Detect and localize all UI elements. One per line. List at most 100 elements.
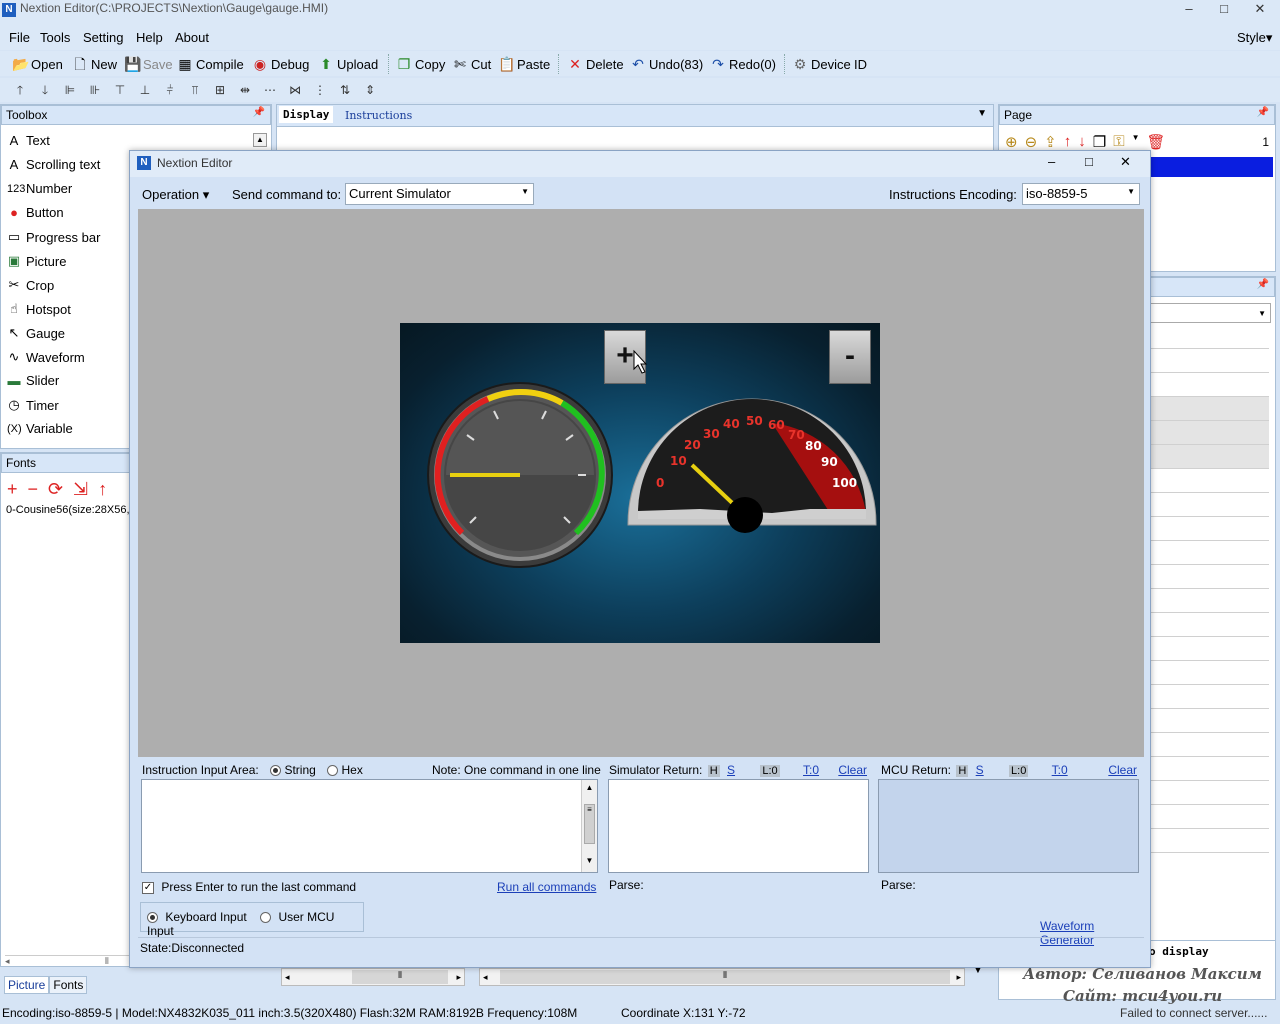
send-target-select[interactable]: Current Simulator ▼	[345, 183, 534, 205]
align-top-icon[interactable]: ⊤	[111, 81, 129, 99]
attribute-row[interactable]	[1149, 685, 1269, 709]
attribute-row[interactable]	[1149, 589, 1269, 613]
tab-instructions[interactable]: Instructions	[341, 108, 416, 123]
menu-tools[interactable]: Tools	[40, 30, 70, 45]
open-button[interactable]: 📂 Open	[12, 54, 63, 74]
mcu-t0-toggle[interactable]: T:0	[1052, 763, 1068, 777]
attribute-row[interactable]	[1149, 781, 1269, 805]
save-button[interactable]: 💾 Save	[124, 54, 173, 74]
tab-fonts[interactable]: Fonts	[49, 976, 88, 994]
distribute-horizontal-icon[interactable]: ⋈	[286, 81, 304, 99]
center-scrollbar-left[interactable]: ◂ ⫴ ▸	[281, 968, 465, 986]
instruction-input[interactable]: ▲ ≡ ▼	[141, 779, 598, 873]
toolbox-item-gauge[interactable]: ↖ Gauge	[7, 325, 66, 341]
center-scrollbar-right[interactable]: ◂ ⫴ ▸	[479, 968, 965, 986]
align-left-icon[interactable]: ⊫	[61, 81, 79, 99]
minimize-button[interactable]: –	[1172, 0, 1206, 20]
toolbox-item-scrolling-text[interactable]: A Scrolling text	[7, 157, 101, 172]
refresh-font-icon[interactable]: ⟳	[48, 479, 63, 500]
same-height-icon[interactable]: ⇕	[361, 81, 379, 99]
same-width-icon[interactable]: ⇹	[236, 81, 254, 99]
move-up-icon[interactable]: 🡑	[11, 81, 29, 99]
menu-about[interactable]: About	[175, 30, 209, 45]
align-right-icon[interactable]: ⊪	[86, 81, 104, 99]
move-page-down-icon[interactable]: ↓	[1078, 133, 1086, 151]
mcu-l0-toggle[interactable]: L:0	[1009, 765, 1029, 777]
align-bottom-icon[interactable]: ⊥	[136, 81, 154, 99]
device-screen[interactable]: + - 0 10 20 30 40 50 60 70 80 90 100	[400, 323, 880, 643]
sim-s-toggle[interactable]: S	[727, 763, 735, 777]
attribute-row[interactable]	[1149, 541, 1269, 565]
move-page-up-icon[interactable]: ↑	[1064, 133, 1072, 151]
mcu-input-radio[interactable]	[260, 912, 272, 924]
style-menu[interactable]: Style▾	[1237, 30, 1272, 46]
sim-l0-toggle[interactable]: L:0	[760, 765, 780, 777]
maximize-button[interactable]: □	[1207, 0, 1241, 20]
keyboard-input-radio[interactable]	[147, 912, 158, 924]
delete-button[interactable]: ✕ Delete	[567, 54, 623, 74]
menu-setting[interactable]: Setting	[83, 30, 123, 45]
device-button[interactable]: ⚙ Device	[792, 54, 851, 74]
attribute-row[interactable]	[1149, 349, 1269, 373]
tab-display[interactable]: Display	[279, 106, 334, 123]
attribute-row[interactable]	[1149, 373, 1269, 397]
center-horizontal-icon[interactable]: ⫪	[186, 81, 204, 99]
toolbox-item-picture[interactable]: ▣ Picture	[7, 253, 67, 269]
undo-button[interactable]: ↶ Undo(83)	[630, 54, 703, 74]
attribute-row[interactable]	[1149, 325, 1269, 349]
toolbox-item-number[interactable]: 123 Number	[7, 181, 72, 196]
simulator-return-box[interactable]	[608, 779, 869, 873]
minus-button[interactable]: -	[829, 330, 871, 384]
toolbox-item-progress-bar[interactable]: ▭ Progress bar	[7, 229, 101, 245]
center-scroll-down-button[interactable]: ▼	[969, 965, 987, 989]
sim-t0-toggle[interactable]: T:0	[803, 763, 819, 777]
cut-button[interactable]: ✄ Cut	[452, 54, 491, 74]
close-button[interactable]: ✕	[1243, 0, 1277, 20]
toolbox-item-waveform[interactable]: ∿ Waveform	[7, 349, 85, 365]
pin-icon[interactable]: 📌	[253, 107, 265, 118]
insert-page-icon[interactable]: ⇪	[1044, 133, 1057, 151]
string-radio[interactable]	[270, 765, 282, 777]
toolbox-item-hotspot[interactable]: ☝ Hotspot	[7, 301, 71, 317]
move-down-icon[interactable]: 🡓	[36, 81, 54, 99]
dialog-minimize-button[interactable]: –	[1048, 154, 1055, 169]
tabs-dropdown-icon[interactable]: ▼	[977, 108, 987, 119]
attribute-row[interactable]	[1149, 469, 1269, 493]
copy-page-icon[interactable]: ❐	[1093, 133, 1106, 151]
import-page-icon[interactable]: ⚿	[1113, 133, 1124, 151]
export-font-icon[interactable]: ⇲	[73, 479, 88, 500]
input-scrollbar[interactable]: ▲ ≡ ▼	[581, 780, 597, 872]
attribute-row[interactable]	[1149, 613, 1269, 637]
mcu-s-toggle[interactable]: S	[976, 763, 984, 777]
attribute-row[interactable]	[1149, 397, 1269, 421]
horizontal-space-icon[interactable]: ⋯	[261, 81, 279, 99]
enter-run-checkbox[interactable]: ✓	[142, 881, 154, 894]
move-up-font-icon[interactable]: ↑	[98, 479, 107, 500]
attribute-row[interactable]	[1149, 733, 1269, 757]
new-button[interactable]: 🗋 New	[72, 54, 117, 74]
sim-h-toggle[interactable]: H	[707, 765, 720, 777]
remove-font-icon[interactable]: −	[28, 479, 39, 500]
toolbox-item-variable[interactable]: (X) Variable	[7, 421, 73, 436]
operation-menu[interactable]: Operation ▾	[142, 187, 209, 203]
scroll-up-button[interactable]: ▲	[253, 133, 267, 147]
selected-page-row[interactable]	[1149, 157, 1273, 177]
center-vertical-icon[interactable]: ⫩	[161, 81, 179, 99]
mcu-h-toggle[interactable]: H	[956, 765, 969, 777]
delete-page-icon[interactable]: 🗑	[1147, 133, 1166, 151]
distribute-vertical-icon[interactable]: ⇅	[336, 81, 354, 99]
id-button[interactable]: ID	[854, 54, 867, 74]
add-page-icon[interactable]: ⊕	[1005, 133, 1018, 151]
same-size-icon[interactable]: ⊞	[211, 81, 229, 99]
dialog-close-button[interactable]: ✕	[1120, 154, 1131, 170]
run-all-link[interactable]: Run all commands	[497, 880, 596, 894]
menu-help[interactable]: Help	[136, 30, 163, 45]
plus-button[interactable]: +	[604, 330, 646, 384]
paste-button[interactable]: 📋 Paste	[498, 54, 550, 74]
dropdown-arrow-icon[interactable]: ▼	[1132, 133, 1140, 151]
attribute-row[interactable]	[1149, 517, 1269, 541]
attribute-row[interactable]	[1149, 709, 1269, 733]
pin-icon[interactable]: 📌	[1257, 107, 1269, 118]
sim-clear-link[interactable]: Clear	[838, 763, 867, 777]
component-select[interactable]: ▼	[1149, 303, 1271, 323]
